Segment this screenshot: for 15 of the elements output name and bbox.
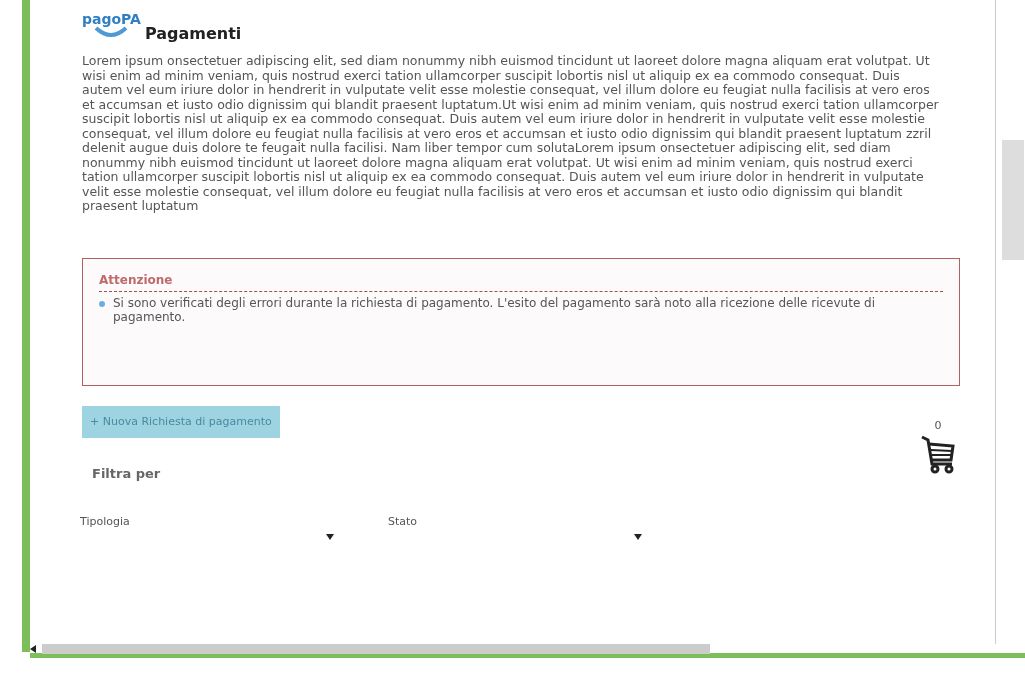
page-title: Pagamenti bbox=[144, 23, 242, 45]
alert-title: Attenzione bbox=[99, 271, 174, 289]
filter-dropdown[interactable]: Stato bbox=[388, 507, 648, 544]
dropdown-caret-icon bbox=[326, 533, 334, 540]
pagopa-logo: pagoPA bbox=[82, 12, 141, 50]
dropdown-caret-icon bbox=[634, 533, 642, 540]
cart-count: 0 bbox=[934, 417, 942, 434]
bullet-icon bbox=[99, 300, 105, 307]
alert-message: Si sono verificati degli errori durante la richiesta di pagamento. L'esito del pagamento sarà noto alla ricezione delle ricevute di pagamento. bbox=[113, 295, 877, 324]
intro-paragraph: Lorem ipsum onsectetuer adipiscing elit, sed diam nonummy nibh euismod tincidunt ut laoreet dolore magna aliquam erat volutpat. Ut wisi enim ad minim veniam, quis nostrud exerci tation ullamcorper suscipit lobortis nisl ut aliquip ex ea commodo consequat. Duis autem vel eum iriure dolor in hendrerit in vulputate velit esse molestie consequat, vel illum dolore eu feugiat nulla facilisis at vero eros et accumsan et iusto odio dignissim qui blandit praesent luptatum.Ut wisi enim ad minim veniam, quis nostrud exerci tation ullamcorper suscipit lobortis nisl ut aliquip ex ea commodo consequat. Duis autem vel eum iriure dolor in hendrerit in vulputate velit esse molestie consequat, vel illum dolore eu feugiat nulla facilisis at vero eros et accumsan et iusto odio dignissim qui blandit praesent luptatum zzril delenit augue duis dolore te feugait nulla facilisi. Nam liber tempor cum solutaLorem ipsum onsectetuer adipiscing elit, sed diam nonummy nibh euismod tincidunt ut laoreet dolore magna aliquam erat volutpat. Ut wisi enim ad minim veniam, quis nostrud exerci tation ullamcorper suscipit lobortis nisl ut aliquip ex ea commodo consequat. Duis autem vel eum iriure dolor in hendrerit in vulputate velit esse molestie consequat, vel illum dolore eu feugiat nulla facilisis at vero eros et accumsan et iusto odio dignissim qui blandit praesent luptatum bbox=[82, 54, 940, 214]
filter-title: Filtra per bbox=[92, 465, 162, 483]
vertical-scrollbar[interactable] bbox=[995, 0, 1025, 644]
horizontal-scrollbar[interactable] bbox=[30, 644, 1025, 658]
shopping-cart-icon[interactable] bbox=[920, 434, 956, 474]
filter-dropdown[interactable]: Tipologia bbox=[80, 507, 340, 544]
